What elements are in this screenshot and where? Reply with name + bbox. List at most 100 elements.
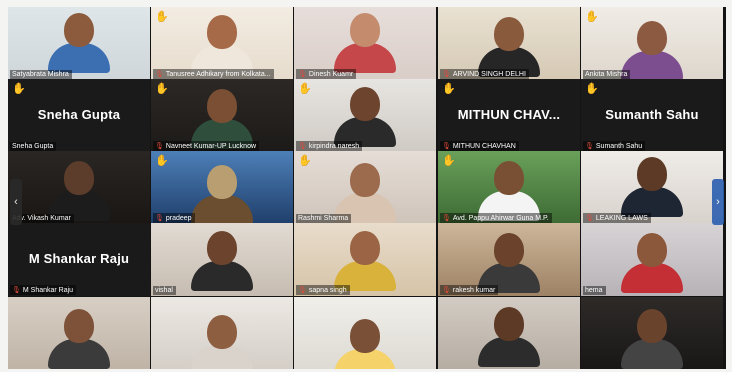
participant-tile[interactable]: M Shankar Raju 🎙 M Shankar Raju xyxy=(8,223,150,296)
participant-tile[interactable] xyxy=(294,297,436,369)
silhouette-body xyxy=(478,337,540,367)
participant-display-name: MITHUN CHAV... xyxy=(457,107,561,122)
mic-muted-icon: 🎙 xyxy=(442,71,451,78)
participant-tile[interactable]: 🎙 LEAKING LAWS xyxy=(581,151,723,224)
raised-hand-icon: ✋ xyxy=(585,83,599,95)
participant-name-text: Dinesh Kuamr xyxy=(308,71,354,78)
participant-name-text: Satyabrata Mishra xyxy=(12,71,69,78)
participant-tile[interactable]: Sumanth Sahu ✋ 🎙 Sumanth Sahu xyxy=(581,79,723,152)
prev-page-button[interactable]: ‹ xyxy=(10,179,22,225)
raised-hand-icon: ✋ xyxy=(155,83,169,95)
silhouette-head xyxy=(350,87,380,121)
participant-tile[interactable]: MITHUN CHAV... ✋ 🎙 MITHUN CHAVHAN xyxy=(438,79,580,152)
raised-hand-icon: ✋ xyxy=(12,83,26,95)
participant-tile[interactable]: ✋ 🎙 Avd. Pappu Ahirwar Guna M.P. xyxy=(438,151,580,224)
silhouette-head xyxy=(637,157,667,191)
participant-name-text: kirpindra naresh xyxy=(308,143,360,150)
participant-tile[interactable]: 🎙 rakesh kumar xyxy=(438,223,580,296)
participant-video xyxy=(438,297,580,369)
silhouette-head xyxy=(494,17,524,51)
raised-hand-icon: ✋ xyxy=(298,155,312,167)
participant-tile[interactable]: 🎙 ARVIND SINGH DELHI xyxy=(438,7,580,80)
participant-name-label: 🎙 pradeep xyxy=(153,213,195,223)
participant-tile[interactable]: vishal xyxy=(151,223,293,296)
participant-tile[interactable]: hema xyxy=(581,223,723,296)
mic-muted-icon: 🎙 xyxy=(155,143,164,150)
participant-tile[interactable]: 🎙 Dinesh Kuamr xyxy=(294,7,436,80)
participant-name-label: 🎙 Tanusree Adhikary from Kolkata... xyxy=(153,69,274,79)
raised-hand-icon: ✋ xyxy=(155,11,169,23)
participant-name-text: LEAKING LAWS xyxy=(595,215,648,222)
participant-tile[interactable]: Satyabrata Mishra xyxy=(8,7,150,80)
participant-tile[interactable] xyxy=(581,297,723,369)
silhouette-head xyxy=(207,231,237,265)
participant-name-label: Ankita Mishra xyxy=(583,70,631,79)
mic-muted-icon: 🎙 xyxy=(585,215,594,222)
participant-tile[interactable]: ✋ 🎙 Navneet Kumar-UP Lucknow xyxy=(151,79,293,152)
silhouette-head xyxy=(64,161,94,195)
silhouette-body xyxy=(48,339,110,369)
participant-silhouette xyxy=(187,231,257,296)
silhouette-head xyxy=(350,319,380,353)
participant-video xyxy=(151,297,293,369)
silhouette-head xyxy=(637,21,667,55)
participant-name-label: 🎙 kirpindra naresh xyxy=(296,141,363,151)
participant-display-name: Sneha Gupta xyxy=(37,107,121,122)
participant-name-text: MITHUN CHAVHAN xyxy=(452,143,516,150)
silhouette-body xyxy=(621,263,683,293)
silhouette-head xyxy=(350,231,380,265)
participant-tile[interactable]: ✋ 🎙 kirpindra naresh xyxy=(294,79,436,152)
participant-tile[interactable]: ✋ Ankita Mishra xyxy=(581,7,723,80)
silhouette-head xyxy=(207,15,237,49)
participant-name-label: 🎙 Sumanth Sahu xyxy=(583,141,646,151)
participant-video xyxy=(8,297,150,369)
participant-tile[interactable]: Sneha Gupta ✋ Sneha Gupta xyxy=(8,79,150,152)
participant-name-text: Tanusree Adhikary from Kolkata... xyxy=(165,71,271,78)
participant-name-text: Sneha Gupta xyxy=(12,143,54,150)
mic-muted-icon: 🎙 xyxy=(12,287,21,294)
participant-name-label: Rashmi Sharma xyxy=(296,214,352,223)
mic-muted-icon: 🎙 xyxy=(585,143,594,150)
participant-silhouette xyxy=(617,233,687,296)
participant-name-text: Sumanth Sahu xyxy=(595,143,643,150)
mic-muted-icon: 🎙 xyxy=(298,287,307,294)
silhouette-head xyxy=(350,13,380,47)
mic-muted-icon: 🎙 xyxy=(298,143,307,150)
participant-name-text: Rashmi Sharma xyxy=(298,215,349,222)
participant-name-label: 🎙 Avd. Pappu Ahirwar Guna M.P. xyxy=(440,213,552,223)
participant-tile[interactable]: ✋ Rashmi Sharma xyxy=(294,151,436,224)
participant-tile[interactable]: ✋ 🎙 pradeep xyxy=(151,151,293,224)
participant-name-label: 🎙 LEAKING LAWS xyxy=(583,213,651,223)
participant-name-label: Satyabrata Mishra xyxy=(10,70,72,79)
participant-silhouette xyxy=(617,309,687,369)
participant-name-label: 🎙 rakesh kumar xyxy=(440,285,499,295)
silhouette-head xyxy=(207,89,237,123)
participant-tile[interactable]: ✋ 🎙 Tanusree Adhikary from Kolkata... xyxy=(151,7,293,80)
silhouette-head xyxy=(64,13,94,47)
raised-hand-icon: ✋ xyxy=(155,155,169,167)
participant-tile[interactable] xyxy=(438,297,580,369)
raised-hand-icon: ✋ xyxy=(442,155,456,167)
raised-hand-icon: ✋ xyxy=(442,83,456,95)
participant-tile[interactable] xyxy=(8,297,150,369)
participant-name-text: pradeep xyxy=(165,215,192,222)
next-page-button[interactable]: › xyxy=(712,179,724,225)
participant-name-label: 🎙 sapna singh xyxy=(296,285,350,295)
participant-name-label: 🎙 Dinesh Kuamr xyxy=(296,69,357,79)
participant-tile[interactable]: Adv. Vikash Kumar xyxy=(8,151,150,224)
silhouette-body xyxy=(191,195,253,224)
silhouette-head xyxy=(494,161,524,195)
participant-name-label: hema xyxy=(583,286,606,295)
participant-tile[interactable]: 🎙 sapna singh xyxy=(294,223,436,296)
silhouette-head xyxy=(637,309,667,343)
participant-silhouette xyxy=(44,309,114,369)
participant-name-text: Avd. Pappu Ahirwar Guna M.P. xyxy=(452,215,549,222)
participant-name-text: M Shankar Raju xyxy=(22,287,74,294)
participant-name-text: Ankita Mishra xyxy=(585,71,628,78)
mic-muted-icon: 🎙 xyxy=(155,71,164,78)
participant-tile[interactable] xyxy=(151,297,293,369)
meeting-gallery: Satyabrata Mishra ✋ 🎙 Tanusree Adhikary fro… xyxy=(8,7,726,369)
silhouette-body xyxy=(621,339,683,369)
participant-name-text: ARVIND SINGH DELHI xyxy=(452,71,526,78)
mic-muted-icon: 🎙 xyxy=(442,143,451,150)
